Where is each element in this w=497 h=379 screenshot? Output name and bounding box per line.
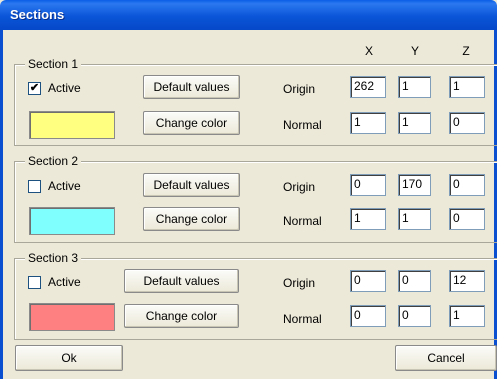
section-2-normal-label: Normal (283, 214, 322, 228)
section-1-normal-label: Normal (283, 118, 322, 132)
section-3-color-swatch (29, 303, 115, 331)
section-3-normal-x[interactable]: 0 (350, 305, 386, 327)
section-2-origin-label: Origin (283, 180, 316, 194)
column-header-y: Y (410, 44, 419, 58)
section-2-change-color-button[interactable]: Change color (143, 207, 240, 231)
section-3-origin-label: Origin (283, 276, 316, 290)
ok-button[interactable]: Ok (15, 345, 123, 371)
section-1-origin-label: Origin (283, 82, 316, 96)
section-1-origin-x[interactable]: 262 (350, 76, 386, 98)
section-3-active-label[interactable]: Active (48, 275, 81, 289)
section-3-change-color-button[interactable]: Change color (124, 304, 239, 328)
title-bar[interactable]: Sections (0, 0, 497, 30)
section-2-normal-z[interactable]: 0 (449, 208, 485, 230)
cancel-button[interactable]: Cancel (395, 345, 497, 371)
section-3-label: Section 3 (25, 251, 82, 265)
section-1-default-values-button[interactable]: Default values (143, 75, 240, 99)
section-1-normal-z[interactable]: 0 (449, 112, 485, 134)
section-2-default-values-button[interactable]: Default values (143, 173, 240, 197)
section-3-normal-y[interactable]: 0 (398, 305, 431, 327)
section-1-active-checkbox[interactable]: ✔ (28, 82, 41, 95)
column-header-x: X (364, 44, 373, 58)
section-3-origin-z[interactable]: 12 (449, 270, 485, 292)
section-2-origin-x[interactable]: 0 (350, 174, 386, 196)
section-2-active-checkbox[interactable] (28, 180, 41, 193)
section-2-origin-y[interactable]: 170 (398, 174, 431, 196)
section-3-default-values-button[interactable]: Default values (124, 269, 239, 293)
section-2-normal-x[interactable]: 1 (350, 208, 386, 230)
section-3-normal-label: Normal (283, 312, 322, 326)
section-1-label: Section 1 (25, 57, 82, 71)
section-1-origin-z[interactable]: 1 (449, 76, 485, 98)
section-2-label: Section 2 (25, 154, 82, 168)
section-2-origin-z[interactable]: 0 (449, 174, 485, 196)
section-1-color-swatch (29, 111, 115, 139)
section-3-origin-y[interactable]: 0 (398, 270, 431, 292)
section-2-active-label[interactable]: Active (48, 179, 81, 193)
section-1-normal-y[interactable]: 1 (398, 112, 431, 134)
window-frame-left (0, 30, 3, 379)
window-title: Sections (10, 7, 65, 22)
section-3-origin-x[interactable]: 0 (350, 270, 386, 292)
section-1-origin-y[interactable]: 1 (398, 76, 431, 98)
section-1-change-color-button[interactable]: Change color (143, 111, 240, 135)
section-2-color-swatch (29, 207, 115, 235)
section-2-normal-y[interactable]: 1 (398, 208, 431, 230)
section-3-normal-z[interactable]: 1 (449, 305, 485, 327)
section-1-normal-x[interactable]: 1 (350, 112, 386, 134)
column-header-z: Z (462, 44, 470, 58)
section-3-active-checkbox[interactable] (28, 276, 41, 289)
section-1-active-label[interactable]: Active (48, 81, 81, 95)
